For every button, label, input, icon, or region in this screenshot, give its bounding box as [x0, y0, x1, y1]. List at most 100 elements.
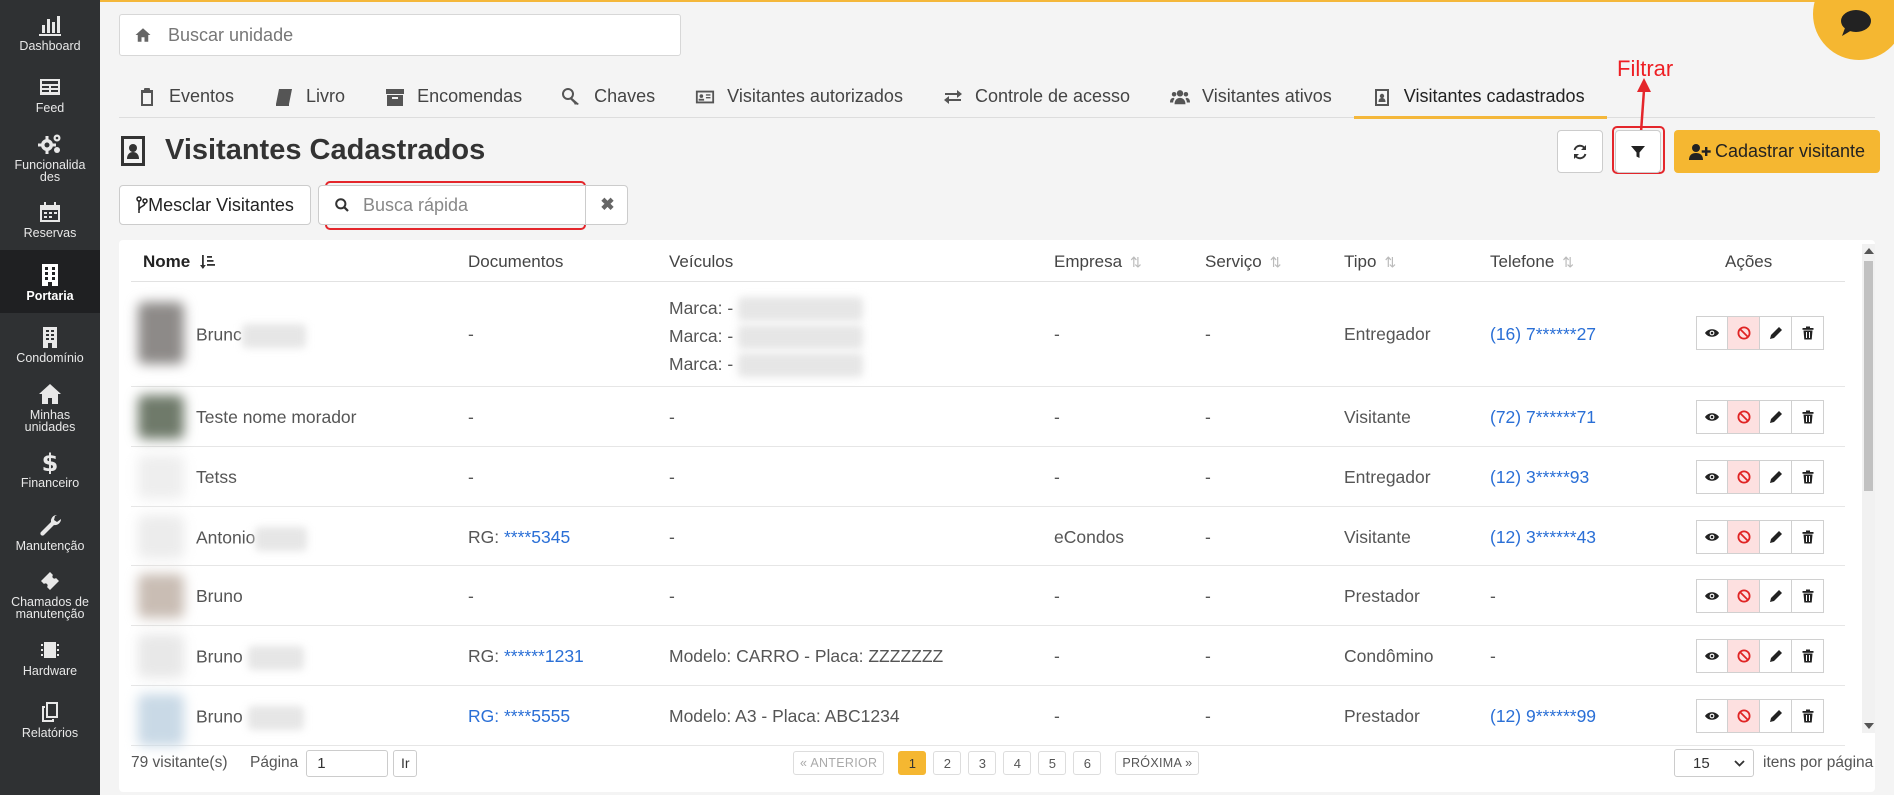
sidebar-item-hardware[interactable]: Hardware [0, 625, 100, 688]
add-visitor-button[interactable]: Cadastrar visitante [1674, 130, 1880, 173]
table-row[interactable]: Antonio RG: ****5345 - eCondos - Visitan… [131, 507, 1845, 566]
block-button[interactable] [1728, 316, 1760, 350]
tab-chaves[interactable]: Chaves [544, 75, 677, 118]
edit-button[interactable] [1760, 400, 1792, 434]
column-header-servico[interactable]: Serviço ⇅ [1205, 252, 1281, 272]
portaria-tabs: Eventos Livro Encomendas Chaves Visitant… [119, 75, 1875, 119]
sidebar-item-feed[interactable]: Feed [0, 63, 100, 126]
document-link[interactable]: ******1231 [504, 646, 584, 666]
sidebar-item-label: Hardware [22, 663, 78, 678]
delete-button[interactable] [1792, 699, 1824, 733]
delete-button[interactable] [1792, 639, 1824, 673]
page-button-4[interactable]: 4 [1003, 751, 1032, 775]
column-header-label: Empresa [1054, 252, 1123, 271]
tab-controle-de-acesso[interactable]: Controle de acesso [925, 75, 1152, 118]
block-button[interactable] [1728, 520, 1760, 554]
tab-label: Eventos [169, 86, 235, 106]
view-button[interactable] [1696, 639, 1728, 673]
per-page-select[interactable]: 15 [1674, 749, 1754, 777]
page-button-1[interactable]: 1 [898, 751, 927, 775]
view-button[interactable] [1696, 400, 1728, 434]
sidebar-item-relatorios[interactable]: Relatórios [0, 688, 100, 751]
delete-button[interactable] [1792, 579, 1824, 613]
column-header-label: Serviço [1205, 252, 1262, 271]
filter-button[interactable] [1615, 130, 1661, 173]
edit-button[interactable] [1760, 520, 1792, 554]
table-row[interactable]: Bruno RG: ******1231 Modelo: CARRO - Pla… [131, 626, 1845, 686]
merge-visitors-button[interactable]: Mesclar Visitantes [119, 185, 311, 225]
delete-button[interactable] [1792, 460, 1824, 494]
view-button[interactable] [1696, 579, 1728, 613]
edit-button[interactable] [1760, 460, 1792, 494]
service-cell: - [1205, 586, 1211, 606]
view-button[interactable] [1696, 460, 1728, 494]
sidebar-item-manutencao[interactable]: Manutenção [0, 500, 100, 563]
view-button[interactable] [1696, 520, 1728, 554]
column-header-tipo[interactable]: Tipo ⇅ [1344, 252, 1396, 272]
phone-link[interactable]: (16) 7******27 [1490, 324, 1596, 345]
page-number-input[interactable]: 1 [306, 749, 389, 777]
sidebar-item-chamados[interactable]: Chamados de manutenção [0, 563, 100, 626]
table-row[interactable]: Bruno - - - - Prestador - [131, 566, 1845, 626]
phone-link[interactable]: (12) 3******43 [1490, 527, 1596, 548]
go-button[interactable]: Ir [393, 749, 418, 777]
column-header-empresa[interactable]: Empresa ⇅ [1054, 252, 1142, 272]
unit-search-field[interactable]: Buscar unidade [119, 14, 681, 56]
chat-button[interactable] [1813, 0, 1894, 60]
tab-encomendas[interactable]: Encomendas [367, 75, 544, 118]
page-button-5[interactable]: 5 [1038, 751, 1067, 775]
tab-eventos[interactable]: Eventos [119, 75, 256, 118]
tab-visitantes-cadastrados[interactable]: Visitantes cadastrados [1353, 75, 1607, 119]
table-scrollbar[interactable] [1862, 244, 1875, 733]
view-button[interactable] [1696, 316, 1728, 350]
block-button[interactable] [1728, 579, 1760, 613]
sidebar-item-condominio[interactable]: Condomínio [0, 313, 100, 376]
sidebar-item-minhas-unidades[interactable]: Minhas unidades [0, 375, 100, 438]
previous-page-button[interactable]: « ANTERIOR [793, 751, 885, 775]
block-button[interactable] [1728, 460, 1760, 494]
sidebar-item-reservas[interactable]: Reservas [0, 188, 100, 251]
column-header-nome[interactable]: Nome [143, 252, 216, 272]
sidebar-item-dashboard[interactable]: Dashboard [0, 0, 100, 63]
page-button-3[interactable]: 3 [968, 751, 997, 775]
scroll-down-arrow[interactable] [1864, 723, 1874, 729]
tab-visitantes-ativos[interactable]: Visitantes ativos [1152, 75, 1354, 118]
tab-livro[interactable]: Livro [256, 75, 367, 118]
sidebar-item-portaria[interactable]: Portaria [0, 250, 100, 313]
next-page-button[interactable]: PRÓXIMA » [1115, 751, 1200, 775]
document-link[interactable]: ****5345 [504, 527, 570, 547]
document-link[interactable]: RG: ****5555 [468, 706, 570, 727]
block-button[interactable] [1728, 400, 1760, 434]
page-button-2[interactable]: 2 [933, 751, 962, 775]
table-row[interactable]: Tetss - - - - Entregador (12) 3*****93 [131, 447, 1845, 507]
table-row[interactable]: Bruno RG: ****5555 Modelo: A3 - Placa: A… [131, 686, 1845, 746]
quick-search-input[interactable] [363, 194, 573, 216]
edit-button[interactable] [1760, 699, 1792, 733]
page-button-6[interactable]: 6 [1073, 751, 1102, 775]
delete-button[interactable] [1792, 400, 1824, 434]
edit-button[interactable] [1760, 316, 1792, 350]
clear-search-button[interactable]: ✖ [585, 186, 629, 224]
scrollbar-thumb[interactable] [1864, 261, 1873, 491]
delete-button[interactable] [1792, 520, 1824, 554]
scroll-up-arrow[interactable] [1864, 248, 1874, 254]
view-button[interactable] [1696, 699, 1728, 733]
row-actions [1696, 400, 1824, 434]
block-button[interactable] [1728, 639, 1760, 673]
column-header-telefone[interactable]: Telefone ⇅ [1490, 252, 1574, 272]
phone-link[interactable]: (12) 9******99 [1490, 706, 1596, 727]
table-row[interactable]: Brunc - Marca: - Marca: - Marca: - - - E… [131, 282, 1845, 387]
table-row[interactable]: Teste nome morador - - - - Visitante (72… [131, 387, 1845, 447]
avatar [138, 634, 184, 678]
redacted-text [247, 706, 304, 730]
edit-button[interactable] [1760, 639, 1792, 673]
tab-visitantes-autorizados[interactable]: Visitantes autorizados [677, 75, 925, 118]
edit-button[interactable] [1760, 579, 1792, 613]
sidebar-item-funcionalidades[interactable]: Funcionalidades [0, 125, 100, 188]
phone-link[interactable]: (12) 3*****93 [1490, 467, 1589, 488]
block-button[interactable] [1728, 699, 1760, 733]
refresh-button[interactable] [1557, 130, 1603, 173]
sidebar-item-financeiro[interactable]: $ Financeiro [0, 438, 100, 501]
delete-button[interactable] [1792, 316, 1824, 350]
phone-link[interactable]: (72) 7******71 [1490, 407, 1596, 428]
